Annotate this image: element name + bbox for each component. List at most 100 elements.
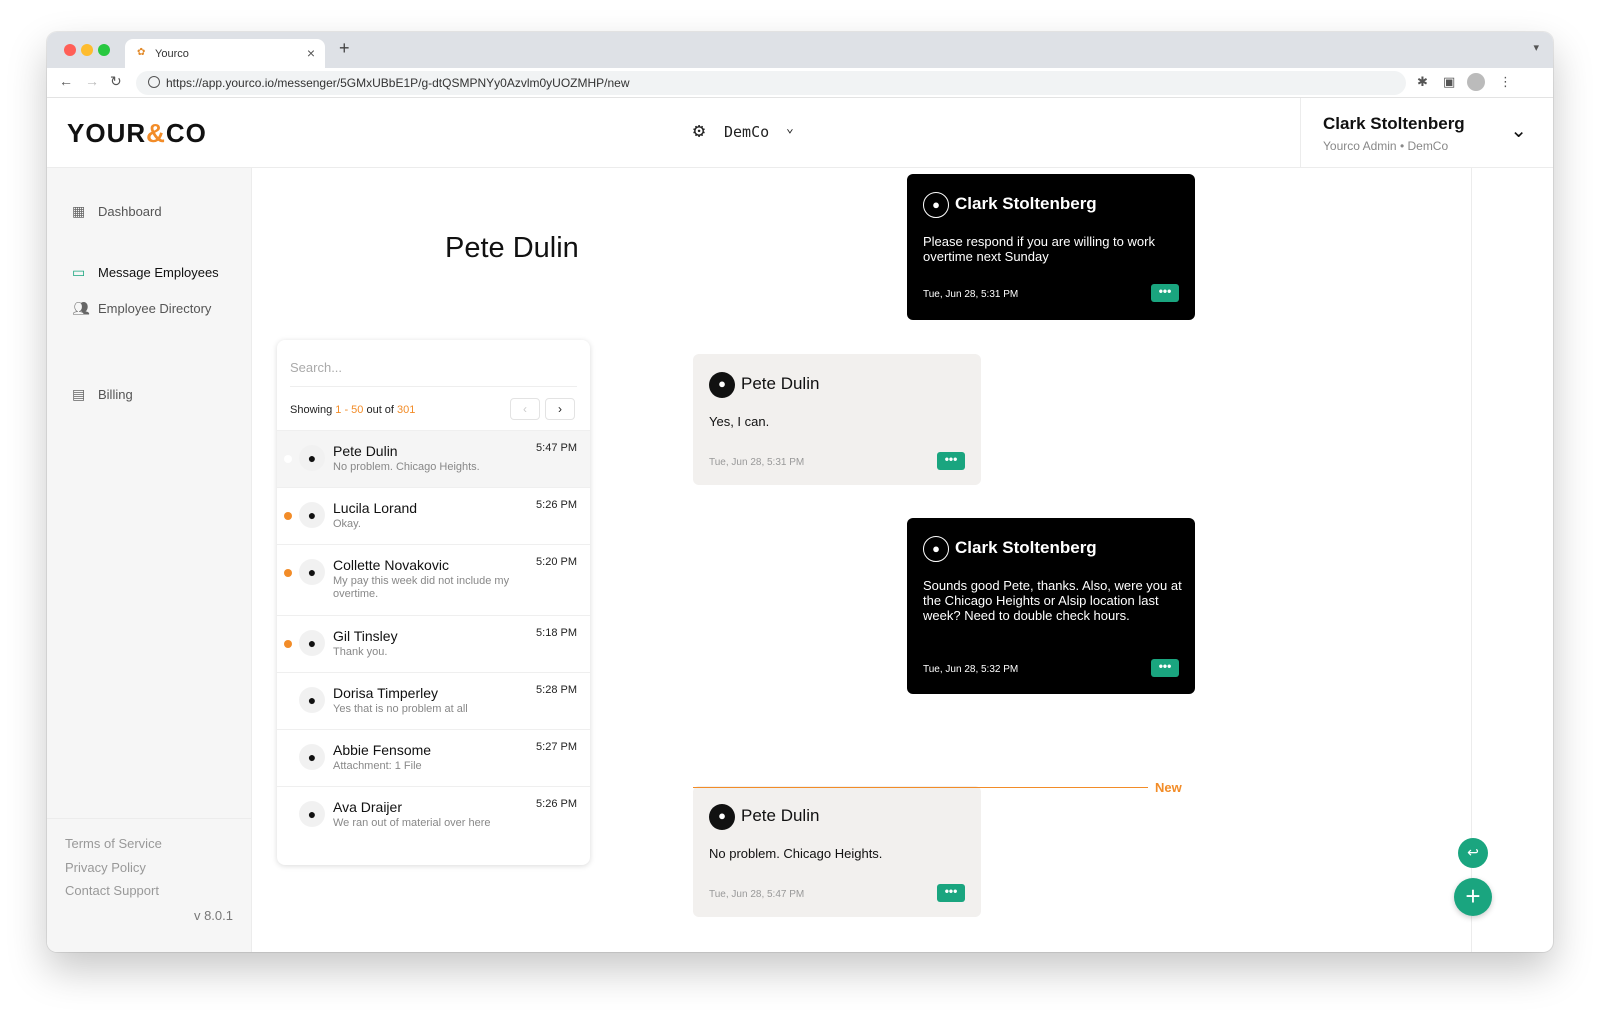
new-tab-button[interactable]: + bbox=[339, 38, 350, 59]
conversation-row[interactable]: ● Lucila Lorand Okay. 5:26 PM bbox=[277, 487, 590, 544]
message-options-button[interactable]: ••• bbox=[937, 452, 965, 470]
outgoing-message: ● Clark Stoltenberg Sounds good Pete, than… bbox=[907, 518, 1195, 694]
unread-dot bbox=[284, 569, 292, 577]
unread-dot bbox=[284, 697, 292, 705]
conversation-row[interactable]: ● Ava Draijer We ran out of material over … bbox=[277, 786, 590, 843]
message-text: No problem. Chicago Heights. bbox=[709, 846, 883, 861]
previous-page-button[interactable]: ‹ bbox=[510, 398, 540, 420]
message-timestamp: Tue, Jun 28, 5:47 PM bbox=[709, 889, 805, 900]
unread-dot bbox=[284, 512, 292, 520]
minimize-window-button[interactable] bbox=[81, 44, 93, 56]
conversation-row[interactable]: ● Pete Dulin No problem. Chicago Heights. 5… bbox=[277, 430, 590, 487]
conversation-name: Collette Novakovic bbox=[333, 557, 449, 573]
gears-icon: ⚙ bbox=[693, 118, 706, 142]
logo-text-left: YOUR bbox=[67, 118, 147, 148]
message-options-button[interactable]: ••• bbox=[1151, 659, 1179, 677]
address-bar[interactable]: https://app.yourco.io/messenger/5GMxUBbE… bbox=[136, 71, 1406, 95]
conversation-time: 5:27 PM bbox=[536, 741, 577, 753]
tab-title: Yourco bbox=[155, 48, 189, 60]
sidebar-item-employee-directory[interactable]: 👥︎ Employee Directory bbox=[72, 300, 211, 317]
conversation-preview: My pay this week did not include my over… bbox=[333, 575, 510, 600]
message-text: Yes, I can. bbox=[709, 414, 770, 429]
sender-avatar-icon: ● bbox=[923, 536, 949, 562]
sidebar-item-label: Billing bbox=[98, 387, 133, 402]
conversation-preview: No problem. Chicago Heights. bbox=[333, 461, 480, 473]
sidebar-item-billing[interactable]: ▤ Billing bbox=[72, 386, 133, 403]
conversation-row[interactable]: ● Dorisa Timperley Yes that is no problem … bbox=[277, 672, 590, 729]
site-info-icon[interactable] bbox=[148, 76, 160, 88]
conversation-name: Pete Dulin bbox=[333, 443, 398, 459]
pagination-summary: Showing 1 - 50 out of 301 bbox=[290, 404, 415, 416]
person-avatar-icon: ● bbox=[299, 744, 325, 770]
message-options-button[interactable]: ••• bbox=[1151, 284, 1179, 302]
conversation-preview: We ran out of material over here bbox=[333, 817, 491, 829]
browser-tab[interactable]: ✿ Yourco × bbox=[125, 39, 325, 68]
message-options-button[interactable]: ••• bbox=[937, 884, 965, 902]
conversation-preview: Thank you. bbox=[333, 646, 388, 658]
dashboard-icon: ▦ bbox=[72, 203, 86, 219]
conversation-time: 5:26 PM bbox=[536, 499, 577, 511]
reload-icon[interactable]: ↻ bbox=[110, 73, 122, 90]
browser-window: ✿ Yourco × + ▾ ← → ↻ https://app.yourco.… bbox=[47, 32, 1553, 952]
side-panel-icon[interactable]: ▣ bbox=[1443, 74, 1455, 90]
privacy-policy-link[interactable]: Privacy Policy bbox=[65, 860, 146, 875]
yourco-logo[interactable]: YOUR&CO bbox=[67, 118, 207, 149]
conversation-preview: Okay. bbox=[333, 518, 361, 530]
next-page-button[interactable]: › bbox=[545, 398, 575, 420]
message-timestamp: Tue, Jun 28, 5:32 PM bbox=[923, 664, 1019, 675]
conversation-time: 5:26 PM bbox=[536, 798, 577, 810]
conversation-preview: Yes that is no problem at all bbox=[333, 703, 468, 715]
sidebar-footer-divider bbox=[47, 818, 252, 819]
sender-avatar-icon: ● bbox=[923, 192, 949, 218]
chat-icon: ▭ bbox=[72, 264, 86, 280]
new-message-button[interactable]: + bbox=[1454, 878, 1492, 916]
people-icon: 👥︎ bbox=[72, 300, 90, 316]
app-header: YOUR&CO ⚙ DemCo ⌄ Clark Stoltenberg Your… bbox=[47, 98, 1553, 168]
conversation-time: 5:47 PM bbox=[536, 442, 577, 454]
conversation-list-panel: Search... Showing 1 - 50 out of 301 ‹ › … bbox=[277, 340, 590, 865]
conversation-name: Lucila Lorand bbox=[333, 500, 418, 516]
sender-avatar-icon: ● bbox=[709, 804, 735, 830]
message-timestamp: Tue, Jun 28, 5:31 PM bbox=[923, 289, 1019, 300]
forward-arrow-icon[interactable]: → bbox=[85, 73, 99, 89]
unread-dot bbox=[284, 640, 292, 648]
app-version: v 8.0.1 bbox=[193, 908, 233, 923]
sidebar-item-message-employees[interactable]: ▭ Message Employees bbox=[72, 264, 219, 281]
conversation-row[interactable]: ● Abbie Fensome Attachment: 1 File 5:27 PM bbox=[277, 729, 590, 786]
conversation-name: Dorisa Timperley bbox=[333, 685, 439, 701]
user-role: Yourco Admin • DemCo bbox=[1323, 139, 1449, 153]
sidebar-item-dashboard[interactable]: ▦ Dashboard bbox=[72, 203, 162, 220]
tab-search-chevron-icon[interactable]: ▾ bbox=[1533, 41, 1539, 54]
sidebar-item-label: Employee Directory bbox=[98, 301, 212, 316]
tab-close-icon[interactable]: × bbox=[307, 45, 315, 61]
sidebar-item-label: Message Employees bbox=[98, 265, 219, 280]
terms-of-service-link[interactable]: Terms of Service bbox=[65, 836, 162, 851]
user-menu-chevron-icon[interactable]: ⌄ bbox=[1510, 118, 1527, 143]
sidebar-item-label: Dashboard bbox=[98, 204, 162, 219]
search-input[interactable]: Search... bbox=[290, 360, 342, 375]
browser-menu-icon[interactable]: ⋮ bbox=[1499, 74, 1512, 90]
incoming-message: ● Pete Dulin No problem. Chicago Heights. T… bbox=[693, 786, 981, 917]
message-text: Sounds good Pete, thanks. Also, were you… bbox=[923, 578, 1182, 623]
maximize-window-button[interactable] bbox=[98, 44, 110, 56]
message-sender: Pete Dulin bbox=[741, 806, 820, 825]
user-menu[interactable]: Clark Stoltenberg Yourco Admin • DemCo ⌄ bbox=[1300, 98, 1553, 168]
message-timestamp: Tue, Jun 28, 5:31 PM bbox=[709, 457, 805, 468]
browser-toolbar: ← → ↻ https://app.yourco.io/messenger/5G… bbox=[47, 68, 1553, 98]
contact-support-link[interactable]: Contact Support bbox=[65, 883, 159, 898]
outgoing-message: ● Clark Stoltenberg Please respond if you … bbox=[907, 174, 1195, 320]
back-arrow-icon[interactable]: ← bbox=[59, 73, 73, 89]
conversation-name: Abbie Fensome bbox=[333, 742, 432, 758]
conversation-row[interactable]: ● Collette Novakovic My pay this week did … bbox=[277, 544, 590, 615]
close-window-button[interactable] bbox=[64, 44, 76, 56]
conversation-time: 5:28 PM bbox=[536, 684, 577, 696]
unread-dot bbox=[284, 455, 292, 463]
reply-button[interactable]: ↩ bbox=[1458, 838, 1488, 868]
message-sender: Pete Dulin bbox=[741, 374, 820, 393]
person-avatar-icon: ● bbox=[299, 502, 325, 528]
profile-avatar-icon[interactable] bbox=[1467, 73, 1485, 91]
extensions-puzzle-icon[interactable]: ✱ bbox=[1417, 74, 1428, 90]
conversation-row[interactable]: ● Gil Tinsley Thank you. 5:18 PM bbox=[277, 615, 590, 672]
tab-strip: ✿ Yourco × + ▾ bbox=[47, 32, 1553, 68]
message-text: Please respond if you are willing to wor… bbox=[923, 234, 1155, 264]
